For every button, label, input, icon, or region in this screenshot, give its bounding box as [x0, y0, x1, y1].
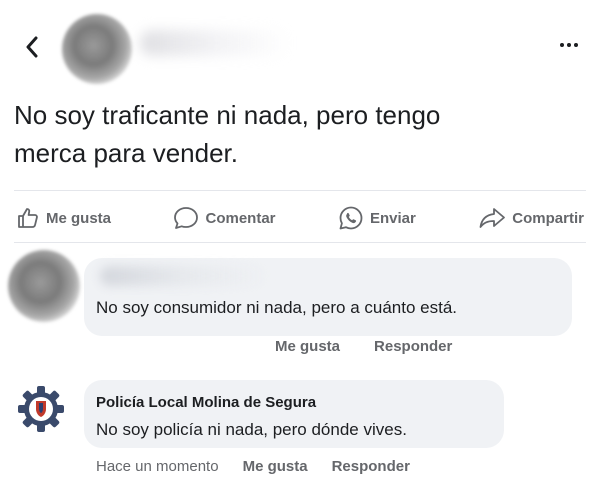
chevron-left-icon	[26, 36, 38, 58]
divider	[14, 242, 586, 243]
whatsapp-icon	[339, 206, 363, 230]
comment-timestamp[interactable]: Hace un momento	[96, 458, 219, 475]
commenter-avatar[interactable]	[8, 250, 80, 322]
like-button[interactable]: Me gusta	[10, 202, 117, 234]
comment-text: No soy policía ni nada, pero dónde vives…	[96, 420, 407, 439]
like-label: Me gusta	[46, 209, 112, 227]
more-options-button[interactable]	[554, 30, 584, 60]
post-author-avatar[interactable]	[62, 14, 132, 84]
share-arrow-icon	[479, 208, 506, 228]
post-text: No soy traficante ni nada, pero tengo me…	[14, 96, 574, 172]
share-button[interactable]: Compartir	[472, 202, 590, 234]
comment-like-button[interactable]: Me gusta	[275, 338, 340, 355]
comment-reply-button[interactable]: Responder	[374, 338, 452, 355]
thumbs-up-icon	[18, 208, 38, 228]
more-horizontal-icon	[560, 43, 564, 47]
divider	[14, 190, 586, 191]
send-button[interactable]: Enviar	[332, 201, 422, 235]
comment-like-button[interactable]: Me gusta	[243, 458, 308, 475]
comment-reply-button[interactable]: Responder	[332, 458, 410, 475]
comment-actions: Me gusta Responder	[275, 338, 452, 355]
speech-bubble-icon	[174, 207, 199, 229]
comment-button[interactable]: Comentar	[167, 202, 281, 234]
send-label: Enviar	[369, 209, 416, 227]
comment-label: Comentar	[205, 209, 276, 227]
post-text-line-1: No soy traficante ni nada, pero tengo	[14, 100, 441, 130]
comment-author[interactable]: Policía Local Molina de Segura	[96, 394, 316, 411]
post-author-name-blurred[interactable]	[140, 30, 290, 56]
post-text-line-2: merca para vender.	[14, 138, 239, 168]
comment-text: No soy consumidor ni nada, pero a cuánto…	[96, 298, 457, 317]
comment-actions: Hace un momento Me gusta Responder	[96, 458, 410, 475]
back-button[interactable]	[18, 30, 46, 64]
post-action-bar: Me gusta Comentar Enviar Compartir	[10, 200, 590, 236]
commenter-name-blurred[interactable]	[100, 266, 270, 286]
share-label: Compartir	[512, 209, 584, 227]
police-avatar[interactable]	[16, 384, 66, 434]
gear-badge-icon	[18, 386, 64, 432]
